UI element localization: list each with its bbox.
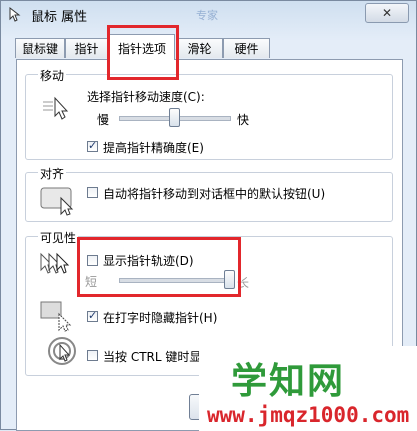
hide-while-typing-label: 在打字时隐藏指针(H) [103, 311, 218, 325]
mouse-icon [9, 6, 21, 22]
pointer-trails-icon [40, 252, 70, 274]
snap-to-button-icon [40, 187, 74, 216]
background-window-text: 专家 [196, 9, 218, 22]
tab-hardware[interactable]: 硬件 [223, 38, 270, 58]
snap-to-checkbox[interactable] [87, 187, 98, 198]
tab-highlight-box [107, 25, 179, 80]
speed-fast-label: 快 [237, 113, 250, 127]
precision-label: 提高指针精确度(E) [103, 141, 204, 155]
mouse-properties-window: 鼠标 属性 专家 ✕ 鼠标键 指针 指针选项 滑轮 硬件 移动 选择指针移动速度… [0, 0, 417, 431]
window-title: 鼠标 属性 [31, 10, 88, 25]
speed-slow-label: 慢 [97, 113, 110, 127]
tab-wheel[interactable]: 滑轮 [176, 38, 223, 58]
ctrl-locate-icon [48, 337, 76, 365]
speed-label: 选择指针移动速度(C): [87, 90, 205, 104]
watermark-url: www.jmqz1000.com [207, 403, 410, 427]
pointer-speed-icon [43, 96, 69, 120]
motion-group-title: 移动 [38, 67, 67, 84]
snap-group-title: 对齐 [38, 165, 67, 182]
hide-pointer-icon [40, 301, 72, 332]
speed-slider-thumb[interactable] [169, 108, 180, 127]
snap-to-label: 自动将指针移动到对话框中的默认按钮(U) [103, 187, 326, 201]
tab-buttons[interactable]: 鼠标键 [15, 38, 65, 58]
show-location-ctrl-checkbox[interactable] [87, 350, 98, 361]
show-location-ctrl-label: 当按 CTRL 键时显示 [103, 350, 214, 364]
site-watermark: 学知网 www.jmqz1000.com [199, 346, 417, 431]
hide-while-typing-checkbox[interactable] [87, 309, 98, 322]
trails-highlight-box [77, 237, 241, 297]
tab-pointers[interactable]: 指针 [65, 38, 108, 58]
visibility-group-title: 可见性 [38, 229, 79, 246]
watermark-logo-text: 学知网 [231, 361, 346, 402]
close-button[interactable]: ✕ [365, 3, 409, 23]
title-bar: 鼠标 属性 专家 ✕ [1, 1, 416, 29]
precision-checkbox[interactable] [87, 139, 98, 152]
